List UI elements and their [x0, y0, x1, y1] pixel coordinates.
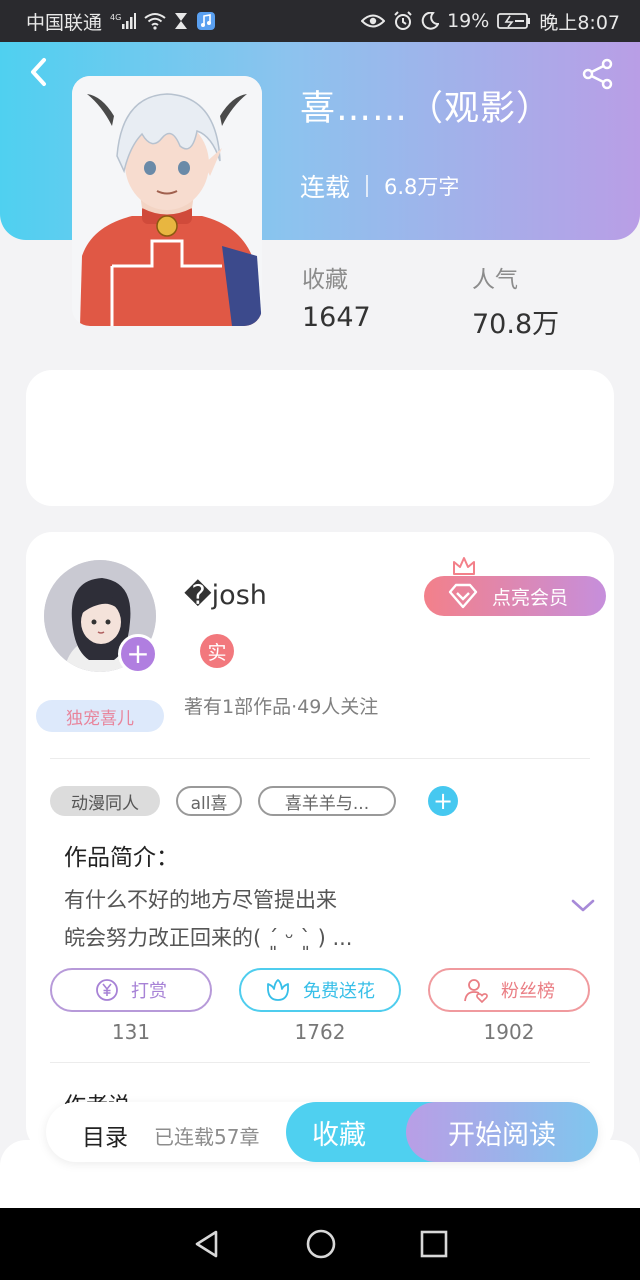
user-heart-icon [464, 979, 488, 1003]
nav-home-icon[interactable] [305, 1228, 337, 1260]
start-reading-button[interactable]: 开始阅读 [406, 1102, 598, 1162]
chevron-down-icon[interactable] [570, 898, 596, 914]
battery-icon [497, 12, 531, 30]
popularity-label: 人气 [472, 267, 518, 293]
nav-back-icon[interactable] [192, 1229, 222, 1259]
chapter-count: 已连载57章 [154, 1125, 260, 1149]
alarm-icon [393, 11, 413, 31]
hourglass-icon [174, 12, 188, 30]
network-type: 4G [110, 13, 121, 22]
toc-button[interactable]: 目录 [82, 1118, 128, 1152]
tip-label: 打赏 [131, 981, 167, 1002]
yen-coin-icon [96, 979, 118, 1001]
empty-card [26, 370, 614, 506]
divider [50, 1062, 590, 1063]
follow-button[interactable]: + [118, 634, 158, 674]
back-button[interactable] [22, 56, 54, 88]
wifi-icon [144, 12, 166, 30]
favorites-label: 收藏 [302, 267, 348, 293]
fan-badge: 独宠喜儿 [36, 700, 164, 732]
intro-line-1: 有什么不好的地方尽管提出来 [64, 888, 337, 912]
intro-label: 作品简介： [64, 845, 179, 871]
popularity-value: 70.8万 [472, 309, 560, 340]
fan-ranking-label: 粉丝榜 [501, 981, 555, 1002]
nav-recents-icon[interactable] [420, 1230, 448, 1258]
signal-icon: 4G [110, 12, 137, 30]
author-name[interactable]: �josh [184, 580, 267, 611]
book-title: 喜……（观影） [300, 89, 553, 129]
eye-icon [361, 13, 386, 29]
share-icon [582, 58, 613, 90]
meta-separator [366, 175, 369, 197]
share-button[interactable] [578, 56, 618, 92]
cover-illustration [72, 76, 262, 326]
status-bar: 中国联通 4G 19% 晚上8:07 [0, 0, 640, 42]
music-app-icon [196, 11, 216, 31]
divider [50, 758, 590, 759]
author-stats: 著有1部作品·49人关注 [184, 696, 379, 718]
verified-badge: 实 [200, 634, 234, 668]
send-flowers-label: 免费送花 [303, 981, 375, 1002]
moon-icon [421, 12, 440, 30]
book-cover[interactable] [72, 76, 262, 326]
flowers-count: 1762 [294, 1020, 346, 1044]
vip-button-label: 点亮会员 [492, 586, 569, 609]
system-nav-bar [0, 1208, 640, 1280]
flower-icon [267, 979, 289, 1001]
battery-percent: 19% [447, 10, 490, 32]
add-tag-button[interactable]: + [428, 786, 458, 816]
tip-count: 131 [111, 1020, 151, 1044]
word-count: 6.8万字 [384, 175, 460, 199]
tip-button[interactable]: 打赏 [50, 968, 212, 1012]
tag-item[interactable]: all喜 [176, 786, 242, 816]
favorites-value: 1647 [302, 302, 371, 333]
clock: 晚上8:07 [539, 11, 620, 34]
diamond-icon [448, 583, 478, 609]
favorite-button-label: 收藏 [312, 1119, 366, 1151]
chevron-left-icon [31, 58, 46, 86]
fans-count: 1902 [483, 1020, 535, 1044]
send-flowers-button[interactable]: 免费送花 [239, 968, 401, 1012]
book-detail-page: 中国联通 4G 19% 晚上8:07 喜……（观影） 连载 6.8万字 收藏 1… [0, 0, 640, 1280]
carrier-label: 中国联通 [26, 11, 103, 34]
vip-button[interactable]: 点亮会员 [424, 576, 606, 616]
start-reading-label: 开始阅读 [448, 1119, 556, 1151]
book-status: 连载 [300, 173, 351, 202]
book-meta: 连载 6.8万字 [300, 168, 459, 204]
crown-icon [453, 557, 475, 575]
tag-item[interactable]: 喜羊羊与... [258, 786, 396, 816]
tag-item[interactable]: 动漫同人 [50, 786, 160, 816]
fan-ranking-button[interactable]: 粉丝榜 [428, 968, 590, 1012]
intro-line-2: 皖会努力改正回来的( ´͈ ᵕ `͈ ) ... [64, 926, 353, 950]
